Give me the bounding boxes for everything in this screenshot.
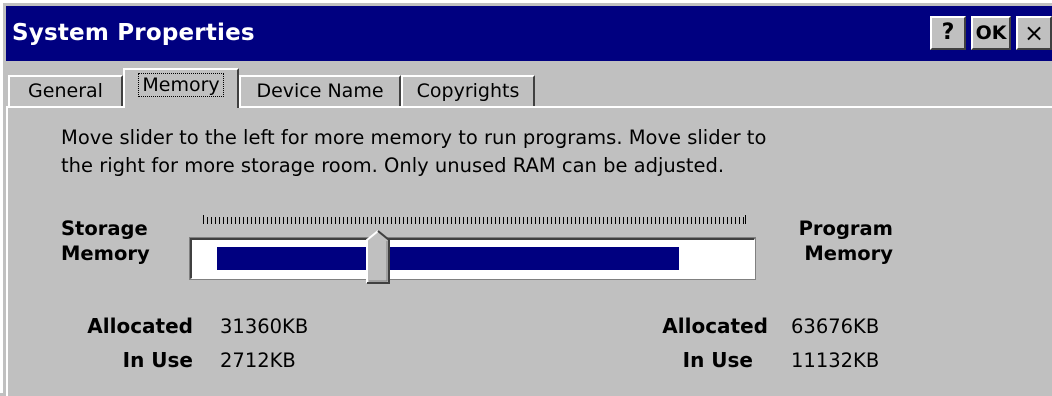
ok-button[interactable]: OK: [971, 16, 1011, 50]
slider-ticks: [203, 215, 746, 224]
memory-slider-fill: [217, 247, 679, 270]
program-label-line-1: Program: [798, 217, 893, 240]
description-line-1: Move slider to the left for more memory …: [61, 126, 767, 149]
tab-strip: General Memory Device Name Copyrights: [6, 66, 1052, 108]
program-inuse-value: 11132KB: [791, 349, 880, 372]
memory-description: Move slider to the left for more memory …: [61, 124, 961, 180]
tab-general[interactable]: General: [8, 75, 123, 106]
storage-label-line-2: Memory: [61, 242, 150, 265]
program-allocated-value: 63676KB: [791, 315, 880, 338]
program-allocated-label: Allocated: [662, 314, 768, 338]
tab-memory-label: Memory: [138, 73, 224, 97]
storage-memory-label: Storage Memory: [61, 216, 150, 266]
program-label-line-2: Memory: [804, 242, 893, 265]
window-title: System Properties: [12, 20, 255, 46]
storage-allocated-label: Allocated: [87, 314, 193, 338]
program-inuse-label: In Use: [682, 348, 753, 372]
storage-inuse-label: In Use: [122, 348, 193, 372]
storage-inuse-value: 2712KB: [220, 349, 296, 372]
tab-copyrights[interactable]: Copyrights: [401, 75, 535, 106]
memory-slider-thumb[interactable]: [366, 230, 390, 284]
title-bar[interactable]: System Properties ? OK ×: [6, 6, 1052, 61]
system-properties-window: System Properties ? OK × General Memory …: [0, 0, 1052, 396]
storage-allocated-value: 31360KB: [220, 315, 309, 338]
close-button[interactable]: ×: [1016, 16, 1052, 50]
storage-label-line-1: Storage: [61, 217, 148, 240]
program-memory-label: Program Memory: [778, 216, 893, 266]
tab-device-name[interactable]: Device Name: [239, 75, 401, 106]
slider-thumb-icon: [366, 230, 390, 284]
panel-border-left: [6, 106, 8, 396]
description-line-2: the right for more storage room. Only un…: [61, 154, 725, 177]
tab-memory[interactable]: Memory: [123, 68, 239, 108]
help-button[interactable]: ?: [930, 16, 966, 50]
